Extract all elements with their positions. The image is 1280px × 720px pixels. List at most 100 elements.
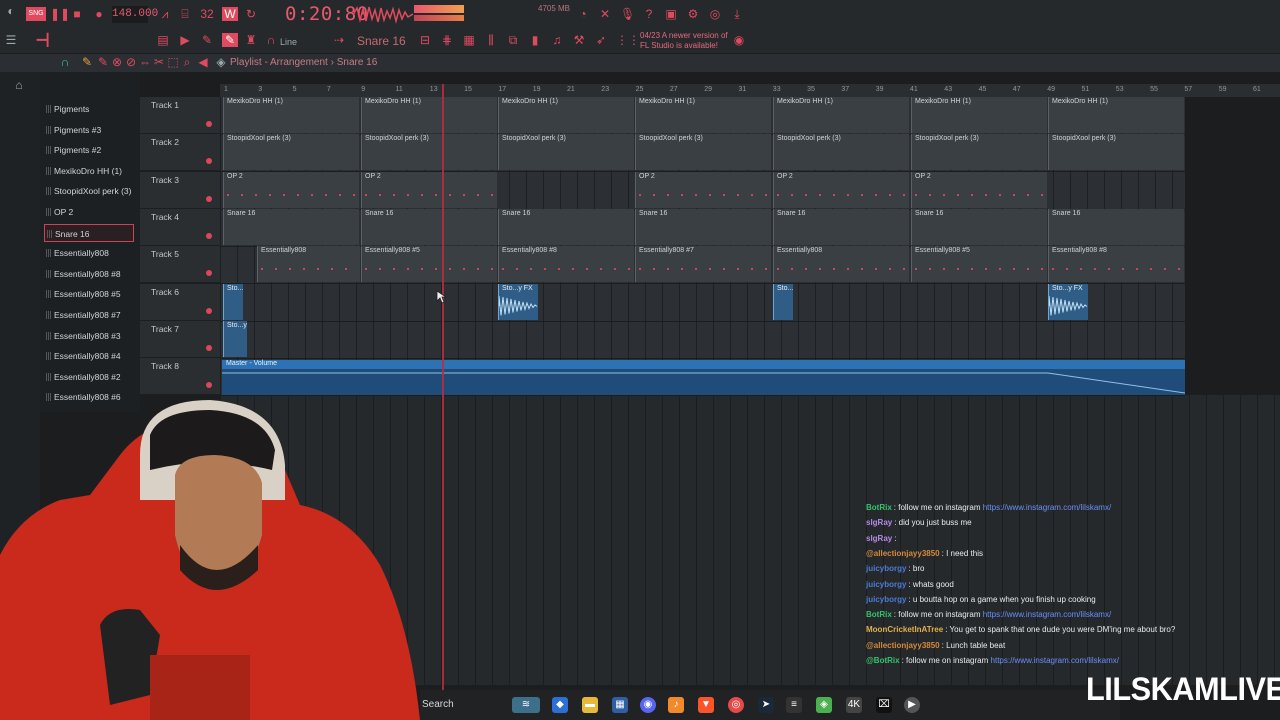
playlist-clip[interactable]: Essentially808 xyxy=(257,246,360,283)
select-tool-icon[interactable]: ⬚ xyxy=(166,55,180,69)
slip-tool-icon[interactable]: ⇔ xyxy=(138,55,152,69)
track-mute-led-icon[interactable] xyxy=(206,232,212,239)
mixer-icon[interactable]: ⫼ xyxy=(484,33,498,47)
chrome-icon[interactable]: ◎ xyxy=(728,697,744,713)
track-mute-led-icon[interactable] xyxy=(206,195,212,202)
playlist-clip[interactable]: StoopidXool perk (3) xyxy=(773,134,909,171)
playlist-clip[interactable]: Sto...y FX xyxy=(498,283,538,320)
playlist-clip[interactable]: Essentially808 #5 xyxy=(911,246,1047,283)
4k-icon[interactable]: 4K xyxy=(846,697,862,713)
piano-roll-icon[interactable]: ▦ xyxy=(462,33,476,47)
playlist-clip[interactable]: OP 2 xyxy=(361,171,497,208)
panic-icon[interactable]: ✕ xyxy=(598,7,612,21)
mic-toggle-icon[interactable]: ♫ xyxy=(550,33,564,47)
picker-item[interactable]: Essentially808 #5 xyxy=(44,285,134,303)
fl-studio-taskbar-icon[interactable]: ♪ xyxy=(668,697,684,713)
download-icon[interactable]: ⤓ xyxy=(730,7,744,21)
help-icon[interactable]: ? xyxy=(642,7,656,21)
playlist-clip[interactable]: MexikoDro HH (1) xyxy=(911,97,1047,133)
picker-item[interactable]: Pigments #3 xyxy=(44,121,134,139)
steam-icon[interactable]: ➤ xyxy=(758,697,774,713)
playlist-clip[interactable]: Snare 16 xyxy=(361,208,497,245)
brave-icon[interactable]: ▼ xyxy=(698,697,714,713)
next-icon[interactable]: ▶ xyxy=(178,33,192,47)
playlist-clip[interactable]: MexikoDro HH (1) xyxy=(635,97,771,133)
delete-tool-icon[interactable]: ⊗ xyxy=(110,55,124,69)
picker-item[interactable]: Essentially808 #8 xyxy=(44,265,134,283)
send-icon[interactable]: ➶ xyxy=(594,33,608,47)
playlist-clip[interactable]: Sto...y FX xyxy=(773,283,793,320)
playlist-clip[interactable]: MexikoDro HH (1) xyxy=(1048,97,1184,133)
wait-icon[interactable]: ⌸ xyxy=(178,7,192,21)
zoom-tool-icon[interactable]: ⌕ xyxy=(180,55,194,69)
track-mute-led-icon[interactable] xyxy=(206,121,212,127)
step-edit-icon[interactable]: W xyxy=(222,7,238,21)
media-player-icon[interactable]: ▶ xyxy=(904,697,920,713)
draw-icon[interactable]: ✎ xyxy=(200,33,214,47)
playlist-clip[interactable]: OP 2 xyxy=(911,171,1047,208)
countdown-icon[interactable]: 32 xyxy=(200,7,214,21)
snap-icon[interactable]: ∩ xyxy=(58,55,72,69)
slice-tool-icon[interactable]: ✂ xyxy=(152,55,166,69)
browser-icon[interactable]: ◎ xyxy=(708,7,722,21)
track-header[interactable]: Track 3 xyxy=(140,171,220,209)
song-mode-icon[interactable]: SNG xyxy=(26,7,46,21)
track-mute-led-icon[interactable] xyxy=(206,344,212,351)
track-header[interactable]: Track 6 xyxy=(140,283,220,321)
playlist-clip[interactable]: StoopidXool perk (3) xyxy=(1048,134,1184,171)
plugin-db-icon[interactable]: ▮ xyxy=(528,33,542,47)
picker-item[interactable]: Snare 16 xyxy=(44,223,134,242)
playlist-clip[interactable]: Snare 16 xyxy=(773,208,909,245)
playhead[interactable] xyxy=(442,84,444,690)
picker-item[interactable]: Essentially808 #7 xyxy=(44,306,134,324)
fl-logo-icon[interactable]: ◐ xyxy=(4,4,18,18)
track-mute-led-icon[interactable] xyxy=(206,270,212,277)
brush-icon[interactable]: ♜ xyxy=(244,33,258,47)
timeline-ruler[interactable]: 1 3 5 7 9 11 13 15 17 19 21 23 25 27 29 31 33 35 37 39 41 43 4… xyxy=(220,84,1280,97)
track-header[interactable]: Track 2 xyxy=(140,134,220,172)
snap-mode[interactable]: Line xyxy=(280,37,297,47)
playlist-clip[interactable]: Snare 16 xyxy=(911,208,1047,245)
picker-item[interactable]: Pigments #2 xyxy=(44,141,134,159)
taskbar-search[interactable]: Search xyxy=(422,699,454,710)
loop-record-icon[interactable]: ↻ xyxy=(244,7,258,21)
play-icon[interactable]: ❚❚ xyxy=(50,7,70,21)
playlist-clip[interactable]: OP 2 xyxy=(223,171,359,208)
cpu-icon[interactable]: ◔ xyxy=(576,7,590,21)
chat-link[interactable]: https://www.instagram.com/lilskamx/ xyxy=(983,503,1111,512)
menu-icon[interactable]: ☰ xyxy=(4,33,18,47)
weather-icon[interactable]: ≋ xyxy=(512,697,540,713)
playlist-clip[interactable]: Snare 16 xyxy=(498,208,634,245)
track-mute-led-icon[interactable] xyxy=(206,382,212,389)
store-icon[interactable]: ▦ xyxy=(612,697,628,713)
playlist-clip[interactable]: Snare 16 xyxy=(635,208,771,245)
arrangement-icon[interactable]: ◈ xyxy=(214,55,228,69)
playlist-clip[interactable]: StoopidXool perk (3) xyxy=(498,134,634,171)
playlist-icon[interactable]: ▤ xyxy=(156,33,170,47)
picker-item[interactable]: OP 2 xyxy=(44,203,134,221)
playlist-clip[interactable]: Snare 16 xyxy=(223,208,359,245)
chat-link[interactable]: https://www.instagram.com/lilskamx/ xyxy=(991,656,1119,665)
capcut-icon[interactable]: ⌧ xyxy=(876,697,892,713)
discord-icon[interactable]: ◉ xyxy=(640,697,656,713)
playlist-clip[interactable]: Sto...y FX xyxy=(223,283,243,320)
playback-tool-icon[interactable]: ◀ xyxy=(196,55,210,69)
playlist-clip[interactable]: MexikoDro HH (1) xyxy=(498,97,634,133)
playlist-clip[interactable]: StoopidXool perk (3) xyxy=(361,134,497,171)
playlist-clip[interactable]: Essentially808 #8 xyxy=(498,246,634,283)
playlist-clip[interactable]: StoopidXool perk (3) xyxy=(635,134,771,171)
playlist-clip[interactable]: StoopidXool perk (3) xyxy=(223,134,359,171)
tempo-display[interactable]: 148.000 xyxy=(112,6,158,23)
automation-clip-master-volume[interactable]: Master - Volume xyxy=(222,360,1185,395)
pencil-tool-icon[interactable]: ✎ xyxy=(80,55,94,69)
channel-rack-icon[interactable]: ⋕ xyxy=(440,33,454,47)
playlist-clip[interactable]: OP 2 xyxy=(635,171,771,208)
playlist-clip[interactable]: Essentially808 xyxy=(773,246,909,283)
mic-icon[interactable]: 🎙︎ xyxy=(620,7,635,21)
update-icon[interactable]: ◉ xyxy=(732,33,746,47)
track-header[interactable]: Track 1 xyxy=(140,97,220,134)
playlist-clip[interactable]: Essentially808 #5 xyxy=(361,246,497,283)
playlist-clip[interactable]: MexikoDro HH (1) xyxy=(773,97,909,133)
game-icon[interactable]: ◈ xyxy=(816,697,832,713)
stop-icon[interactable]: ■ xyxy=(70,7,84,21)
